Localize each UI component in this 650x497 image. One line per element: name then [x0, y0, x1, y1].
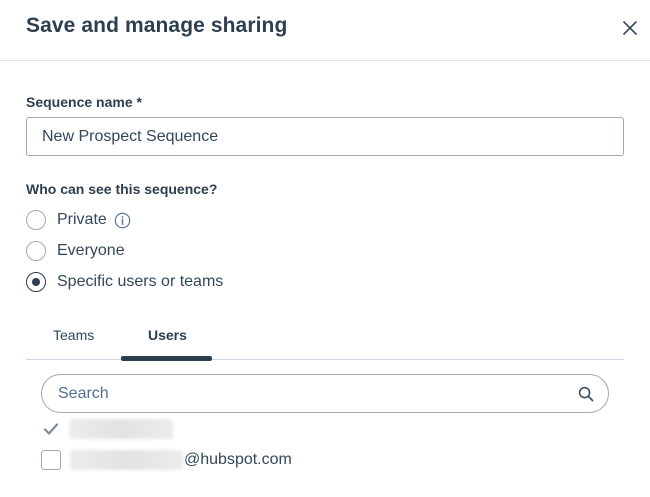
radio-option-everyone[interactable]: Everyone — [26, 239, 125, 263]
dialog-header: Save and manage sharing — [0, 0, 650, 61]
user-email-domain: @hubspot.com — [184, 451, 292, 468]
user-list-item — [41, 417, 173, 441]
user-checkbox-checked[interactable] — [41, 419, 61, 439]
user-list-item: @hubspot.com — [41, 448, 292, 472]
info-icon[interactable] — [114, 212, 131, 229]
radio-option-specific[interactable]: Specific users or teams — [26, 270, 223, 294]
sequence-name-label: Sequence name * — [26, 94, 142, 110]
radio-option-private[interactable]: Private — [26, 208, 131, 232]
search-icon[interactable] — [578, 386, 594, 402]
everyone-radio[interactable] — [26, 241, 46, 261]
private-radio[interactable] — [26, 210, 46, 230]
visibility-label: Who can see this sequence? — [26, 181, 218, 197]
tab-users[interactable]: Users — [148, 327, 187, 343]
sequence-name-input[interactable] — [26, 117, 624, 156]
redacted-user-email — [70, 450, 183, 470]
tab-teams[interactable]: Teams — [53, 327, 94, 343]
user-checkbox[interactable] — [41, 450, 61, 470]
search-input[interactable] — [58, 375, 558, 412]
tabs-divider — [26, 359, 624, 360]
checkmark-icon — [43, 423, 59, 435]
close-icon[interactable] — [618, 16, 642, 40]
close-button[interactable] — [618, 16, 642, 40]
specific-radio[interactable] — [26, 272, 46, 292]
redacted-user-name — [69, 419, 173, 439]
private-radio-label: Private — [57, 211, 107, 228]
everyone-radio-label: Everyone — [57, 242, 125, 259]
search-field[interactable] — [41, 374, 609, 413]
specific-radio-label: Specific users or teams — [57, 273, 224, 290]
active-tab-indicator — [121, 356, 212, 361]
dialog-title: Save and manage sharing — [26, 14, 288, 37]
